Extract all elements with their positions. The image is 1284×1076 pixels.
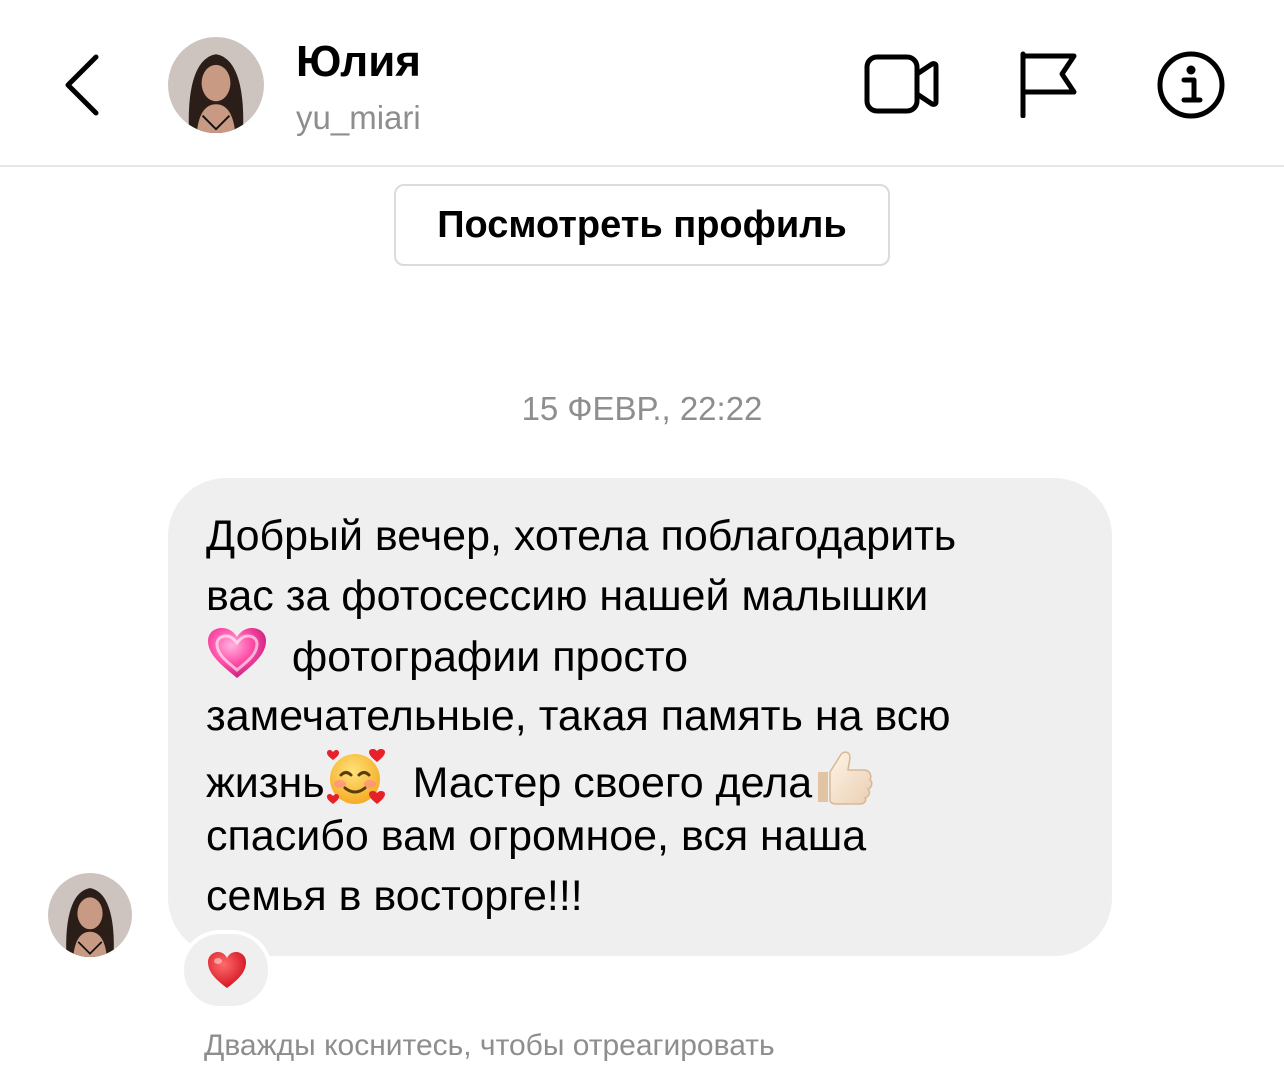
red-heart-emoji — [208, 952, 246, 988]
thumbs-up-emoji — [812, 746, 874, 806]
back-button[interactable] — [52, 45, 116, 125]
message-bubble[interactable]: Добрый вечер, хотела поблагодарить вас з… — [168, 478, 1112, 956]
message-line: замечательные, такая память на всю — [206, 692, 951, 740]
view-profile-button[interactable]: Посмотреть профиль — [394, 184, 890, 266]
double-tap-hint: Дважды коснитесь, чтобы отреагировать — [204, 1029, 775, 1062]
info-button[interactable] — [1156, 50, 1226, 120]
message-line: Добрый вечер, хотела поблагодарить — [206, 512, 957, 560]
reaction-badge[interactable] — [180, 930, 272, 1010]
contact-name[interactable]: Юлия — [296, 36, 421, 88]
contact-username[interactable]: yu_miari — [296, 96, 421, 140]
back-chevron-icon — [65, 54, 99, 116]
message-line: фотографии просто — [206, 626, 1082, 686]
video-call-icon — [864, 54, 939, 114]
avatar-photo — [168, 37, 264, 133]
message-line: жизнь Мастер своего дела — [206, 746, 1082, 807]
smiling-face-with-hearts-emoji — [325, 748, 389, 806]
message-line: семья в восторге!!! — [206, 872, 583, 920]
message-line: вас за фотосессию нашей малышки — [206, 572, 929, 620]
avatar-photo — [48, 873, 132, 957]
sender-avatar[interactable] — [48, 873, 132, 957]
growing-heart-emoji — [206, 626, 268, 680]
report-button[interactable] — [1018, 50, 1080, 118]
message-timestamp: 15 ФЕВР., 22:22 — [521, 390, 763, 427]
avatar[interactable] — [168, 37, 264, 133]
info-icon — [1157, 51, 1225, 119]
message-line: спасибо вам огромное, вся наша — [206, 812, 867, 860]
chat-header: Юлия yu_miari — [0, 0, 1284, 167]
video-call-button[interactable] — [864, 52, 940, 116]
report-flag-icon — [1020, 51, 1077, 118]
